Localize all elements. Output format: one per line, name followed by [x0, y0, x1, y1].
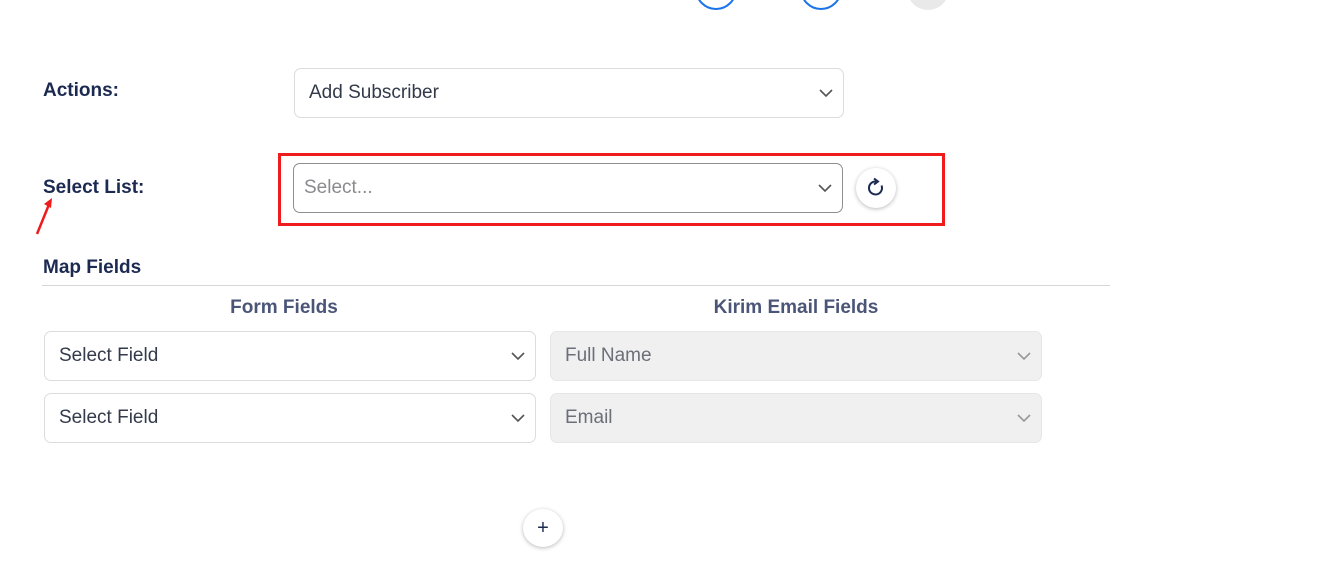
select-list-label: Select List: — [43, 177, 145, 198]
chevron-down-icon — [818, 184, 832, 193]
form-field-value-1: Select Field — [59, 345, 159, 366]
refresh-button[interactable] — [856, 168, 896, 208]
form-field-select-1[interactable]: Select Field — [44, 331, 536, 381]
chevron-down-icon — [511, 352, 525, 361]
chevron-down-icon — [1017, 414, 1031, 423]
service-field-value-2: Email — [565, 407, 613, 428]
annotation-arrow-icon — [35, 198, 52, 235]
service-fields-header: Kirim Email Fields — [713, 297, 879, 318]
map-fields-divider — [42, 285, 1110, 286]
chevron-down-icon — [819, 89, 833, 98]
step-indicator-3[interactable] — [907, 0, 949, 10]
form-fields-header: Form Fields — [230, 297, 338, 318]
chevron-down-icon — [1017, 352, 1031, 361]
map-fields-title: Map Fields — [43, 257, 142, 278]
plus-icon: + — [537, 516, 549, 539]
service-field-select-1: Full Name — [550, 331, 1042, 381]
step-indicator-2[interactable] — [800, 0, 842, 10]
actions-label: Actions: — [43, 80, 119, 101]
service-field-value-1: Full Name — [565, 345, 652, 366]
step-indicator-1[interactable] — [695, 0, 737, 10]
select-list-placeholder: Select... — [304, 177, 373, 198]
form-field-value-2: Select Field — [59, 407, 159, 428]
actions-select[interactable]: Add Subscriber — [294, 68, 844, 118]
form-field-select-2[interactable]: Select Field — [44, 393, 536, 443]
chevron-down-icon — [511, 414, 525, 423]
service-field-select-2: Email — [550, 393, 1042, 443]
actions-select-value: Add Subscriber — [309, 82, 439, 103]
select-list-dropdown[interactable]: Select... — [293, 163, 843, 213]
add-field-button[interactable]: + — [523, 509, 563, 547]
refresh-icon — [868, 177, 883, 196]
